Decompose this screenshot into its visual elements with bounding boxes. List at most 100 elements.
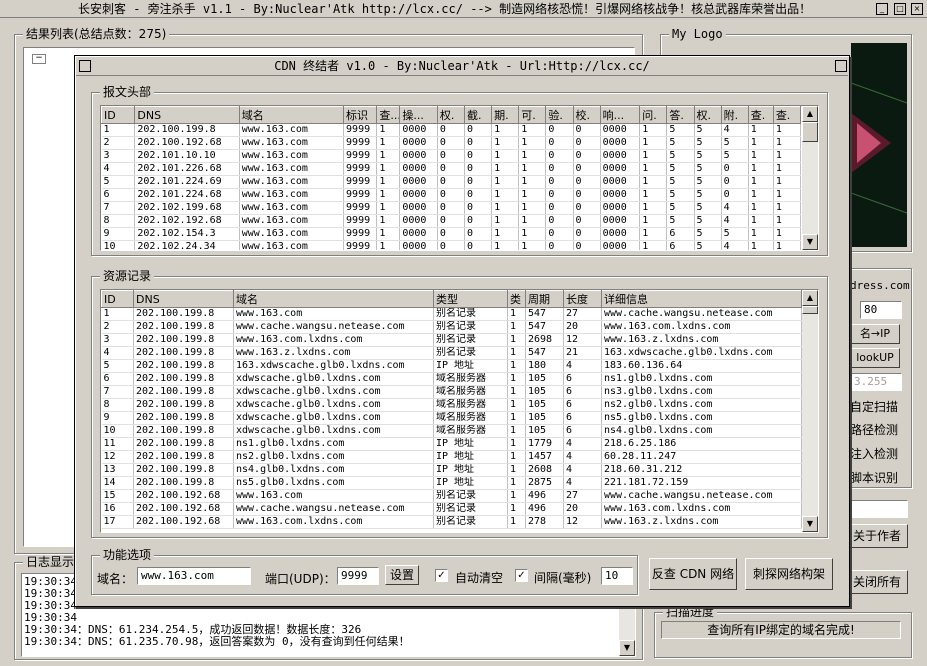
column-header[interactable]: 详细信息 <box>601 290 802 308</box>
table-row[interactable]: 11 202.100.199.8 ns1.glb0.lxdns.com IP 地址 1 1… <box>101 437 802 451</box>
table-row[interactable]: 5 202.101.224.69 www.163.com 9999 1 0000 0 0 1 1 0… <box>101 175 802 189</box>
path-check-option[interactable]: 路径检测 <box>850 421 898 438</box>
column-header[interactable]: 长度 <box>563 290 602 308</box>
column-header[interactable]: 期. <box>491 106 520 124</box>
cdn-menu-icon[interactable] <box>79 60 91 72</box>
column-header[interactable]: ID <box>101 290 134 308</box>
table-row[interactable]: 3 202.101.10.10 www.163.com 9999 1 0000 0 0 1 1 0 0… <box>101 149 802 163</box>
domain-input[interactable]: www.163.com <box>137 567 251 585</box>
log-group-title: 日志显示 <box>23 555 78 569</box>
table-row[interactable]: 7 202.102.199.68 www.163.com 9999 1 0000 0 0 1 1 0… <box>101 201 802 215</box>
port-input[interactable]: 9999 <box>337 567 379 585</box>
tree-collapse-icon[interactable]: − <box>32 54 46 64</box>
probe-network-button[interactable]: 刺探网络构架 <box>745 558 833 590</box>
resource-group: 资源记录 ID DNS 域名 类型类周期 长度 详细信息 1 202.100.199.8 ww… <box>91 269 828 538</box>
column-header[interactable]: ID <box>101 106 136 124</box>
table-row[interactable]: 6 202.100.199.8 xdwscache.glb0.lxdns.com 域名… <box>101 372 802 386</box>
scroll-down-icon[interactable]: ▼ <box>802 234 818 250</box>
column-header[interactable]: 截. <box>464 106 493 124</box>
column-header[interactable]: 查. <box>772 106 802 124</box>
inject-check-option[interactable]: 注入检测 <box>850 445 898 462</box>
table-row[interactable]: 14 202.100.199.8 ns5.glb0.lxdns.com IP 地址 1 2… <box>101 476 802 490</box>
column-header[interactable]: 校. <box>572 106 601 124</box>
column-header[interactable]: DNS <box>133 290 234 308</box>
table-cell: 1 <box>376 214 401 228</box>
table-cell: 0 <box>573 162 601 176</box>
scroll-up-icon[interactable]: ▲ <box>802 106 818 122</box>
column-header[interactable]: DNS <box>134 106 240 124</box>
column-header[interactable]: 域名 <box>233 290 434 308</box>
column-header[interactable]: 操... <box>399 106 438 124</box>
ip-range-input[interactable]: 3.255 <box>850 373 902 391</box>
table-row[interactable]: 16 202.100.192.68 www.cache.wangsu.netease… <box>101 502 802 516</box>
set-button[interactable]: 设置 <box>385 565 419 585</box>
table-row[interactable]: 4 202.101.226.68 www.163.com 9999 1 0000 0 0 1 1 0… <box>101 162 802 176</box>
resource-scrollbar[interactable]: ▲ ▼ <box>802 290 818 532</box>
custom-scan-option[interactable]: 自定扫描 <box>850 398 898 415</box>
table-row[interactable]: 2 202.100.199.8 www.cache.wangsu.netease.c… <box>101 320 802 334</box>
table-cell: 202.100.199.8 <box>133 346 234 360</box>
table-row[interactable]: 3 202.100.199.8 www.163.com.lxdns.com 别名记录 1… <box>101 333 802 347</box>
table-row[interactable]: 15 202.100.192.68 www.163.com 别名记录 1 496 27 www… <box>101 489 802 503</box>
table-row[interactable]: 10 202.100.199.8 xdwscache.glb0.lxdns.com 域… <box>101 424 802 438</box>
table-row[interactable]: 10 202.102.24.34 www.163.com 9999 1 0000 0 0 1 1 0… <box>101 240 802 250</box>
table-cell: 0 <box>437 136 466 150</box>
progress-group-title: 扫描进度 <box>663 605 718 619</box>
column-header[interactable]: 权. <box>436 106 466 124</box>
close-all-button[interactable]: 关闭所有 <box>846 570 908 594</box>
close-icon[interactable]: × <box>911 3 923 15</box>
scroll-thumb[interactable] <box>802 306 818 314</box>
column-header[interactable]: 标识 <box>343 106 378 124</box>
column-header[interactable]: 域名 <box>238 106 345 124</box>
table-cell: 1 <box>518 149 547 163</box>
about-author-button[interactable]: 关于作者 <box>846 524 908 548</box>
table-row[interactable]: 1 202.100.199.8 www.163.com 9999 1 0000 0 0 1 1 0 0… <box>101 123 802 137</box>
table-row[interactable]: 2 202.100.192.68 www.163.com 9999 1 0000 0 0 1 1 0… <box>101 136 802 150</box>
column-header[interactable]: 答. <box>666 106 695 124</box>
scroll-down-icon[interactable]: ▼ <box>802 516 818 532</box>
table-cell: www.163.com <box>233 489 434 503</box>
header-table-view[interactable]: ID DNS 域名 标识 查... 操... 权. 截. 期. 可. 验. 校. 响... 问. 答. 权. 附… <box>100 105 819 251</box>
table-row[interactable]: 8 202.100.199.8 xdwscache.glb0.lxdns.com 域名… <box>101 398 802 412</box>
maximize-icon[interactable]: □ <box>894 3 906 15</box>
table-row[interactable]: 8 202.102.192.68 www.163.com 9999 1 0000 0 0 1 1 0… <box>101 214 802 228</box>
column-header[interactable]: 响... <box>599 106 641 124</box>
column-header[interactable]: 权. <box>693 106 722 124</box>
table-cell: 0000 <box>399 123 438 137</box>
column-header[interactable]: 周期 <box>525 290 564 308</box>
table-row[interactable]: 4 202.100.199.8 www.163.z.lxdns.com 别名记录 1 54… <box>101 346 802 360</box>
column-header[interactable]: 类 <box>507 290 526 308</box>
column-header[interactable]: 可. <box>518 106 547 124</box>
reverse-cdn-button[interactable]: 反查 CDN 网络 <box>649 558 737 590</box>
table-row[interactable]: 13 202.100.199.8 ns4.glb0.lxdns.com IP 地址 1 2… <box>101 463 802 477</box>
cdn-close-icon[interactable] <box>835 60 847 72</box>
resource-table-view[interactable]: ID DNS 域名 类型类周期 长度 详细信息 1 202.100.199.8 www.163… <box>100 289 819 533</box>
table-row[interactable]: 7 202.100.199.8 xdwscache.glb0.lxdns.com 域名… <box>101 385 802 399</box>
table-row[interactable]: 17 202.100.192.68 www.163.com.lxdns.com 别名记… <box>101 515 802 529</box>
table-cell: 别名记录 <box>433 489 508 503</box>
main-port-input[interactable]: 80 <box>860 301 902 319</box>
lookup-button[interactable]: lookUP <box>850 348 900 368</box>
autoclear-checkbox[interactable]: ✓ <box>435 569 448 582</box>
name-to-ip-button[interactable]: 名→IP <box>850 324 900 344</box>
interval-checkbox[interactable]: ✓ <box>515 569 528 582</box>
column-header[interactable]: 查... <box>376 106 401 124</box>
scroll-down-icon[interactable]: ▼ <box>619 640 635 656</box>
script-detect-option[interactable]: 脚本识别 <box>850 469 898 486</box>
column-header[interactable]: 问. <box>639 106 668 124</box>
table-row[interactable]: 6 202.101.224.68 www.163.com 9999 1 0000 0 0 1 1 0… <box>101 188 802 202</box>
interval-input[interactable]: 10 <box>601 567 633 585</box>
table-row[interactable]: 12 202.100.199.8 ns2.glb0.lxdns.com IP 地址 1 1… <box>101 450 802 464</box>
column-header[interactable]: 查. <box>747 106 774 124</box>
scroll-up-icon[interactable]: ▲ <box>802 290 818 306</box>
minimize-icon[interactable]: _ <box>876 3 888 15</box>
table-row[interactable]: 9 202.102.154.3 www.163.com 9999 1 0000 0 0 1 1 0 0… <box>101 227 802 241</box>
table-row[interactable]: 9 202.100.199.8 xdwscache.glb0.lxdns.com 域名… <box>101 411 802 425</box>
table-row[interactable]: 5 202.100.199.8 163.xdwscache.glb0.lxdns.c… <box>101 359 802 373</box>
column-header[interactable]: 类型 <box>433 290 508 308</box>
column-header[interactable]: 附. <box>720 106 749 124</box>
scroll-thumb[interactable] <box>802 122 818 142</box>
column-header[interactable]: 验. <box>545 106 574 124</box>
header-scrollbar[interactable]: ▲ ▼ <box>802 106 818 250</box>
table-row[interactable]: 1 202.100.199.8 www.163.com 别名记录 1 547 27 www.c… <box>101 307 802 321</box>
